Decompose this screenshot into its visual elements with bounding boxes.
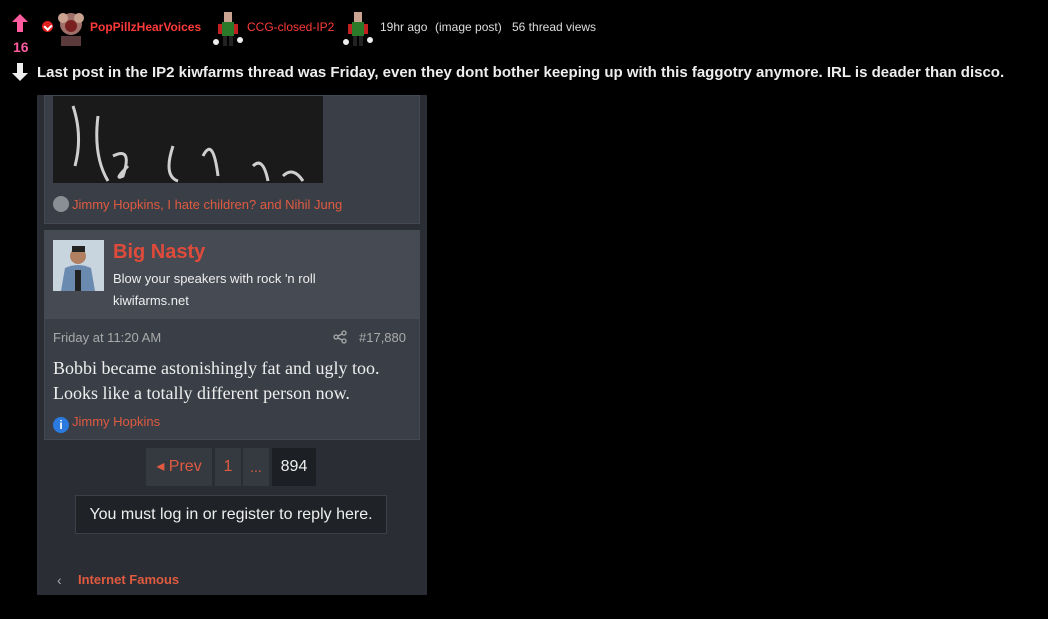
username-link[interactable]: PopPillzHearVoices xyxy=(90,20,201,34)
verified-badge-icon xyxy=(42,21,53,32)
page-jump-button[interactable]: ... xyxy=(243,448,269,486)
login-prompt-button[interactable]: You must log in or register to reply her… xyxy=(75,495,387,534)
post-reaction-text[interactable]: Jimmy Hopkins xyxy=(72,414,160,429)
post-score: 16 xyxy=(13,39,29,55)
current-page: 894 xyxy=(272,448,316,486)
previous-post-card: Jimmy Hopkins, I hate children? and Nihi… xyxy=(44,95,420,224)
post-title[interactable]: Last post in the IP2 kiwfarms thread was… xyxy=(37,64,1004,81)
reactions-list[interactable]: Jimmy Hopkins, I hate children? and Nihi… xyxy=(53,196,342,212)
author-site: kiwifarms.net xyxy=(113,293,189,308)
post-date[interactable]: Friday at 11:20 AM xyxy=(53,330,161,345)
author-header: Big Nasty Blow your speakers with rock '… xyxy=(45,231,419,319)
board-mascot-icon xyxy=(343,12,373,46)
chevron-left-icon: ‹ xyxy=(57,572,62,588)
author-avatar[interactable] xyxy=(53,240,104,291)
downvote-arrow-icon[interactable] xyxy=(12,63,28,81)
view-count: 56 thread views xyxy=(512,20,597,34)
share-icon[interactable] xyxy=(333,330,347,344)
signature-image xyxy=(53,96,323,183)
post-type: (image post) xyxy=(435,20,502,34)
reaction-icon xyxy=(53,196,69,212)
post-reactions[interactable]: i Jimmy Hopkins xyxy=(53,414,160,433)
info-reaction-icon: i xyxy=(53,417,69,433)
author-title: Blow your speakers with rock 'n roll xyxy=(113,271,316,286)
author-name[interactable]: Big Nasty xyxy=(113,241,205,264)
prev-page-button[interactable]: ◂ Prev xyxy=(146,448,212,486)
page-1-button[interactable]: 1 xyxy=(215,448,241,486)
post-image[interactable]: Jimmy Hopkins, I hate children? and Nihi… xyxy=(37,95,427,595)
post-time: 19hr ago xyxy=(380,20,428,34)
upvote-arrow-icon[interactable] xyxy=(12,14,28,32)
post-number[interactable]: #17,880 xyxy=(359,330,406,345)
user-avatar[interactable] xyxy=(55,10,87,46)
board-link[interactable]: CCG-closed-IP2 xyxy=(247,20,334,34)
breadcrumb-link[interactable]: Internet Famous xyxy=(78,572,179,587)
post-body: Bobbi became astonishingly fat and ugly … xyxy=(53,358,380,403)
reactions-text[interactable]: Jimmy Hopkins, I hate children? and Nihi… xyxy=(72,197,342,212)
board-avatar[interactable] xyxy=(212,8,244,48)
post-card: Big Nasty Blow your speakers with rock '… xyxy=(44,230,420,440)
